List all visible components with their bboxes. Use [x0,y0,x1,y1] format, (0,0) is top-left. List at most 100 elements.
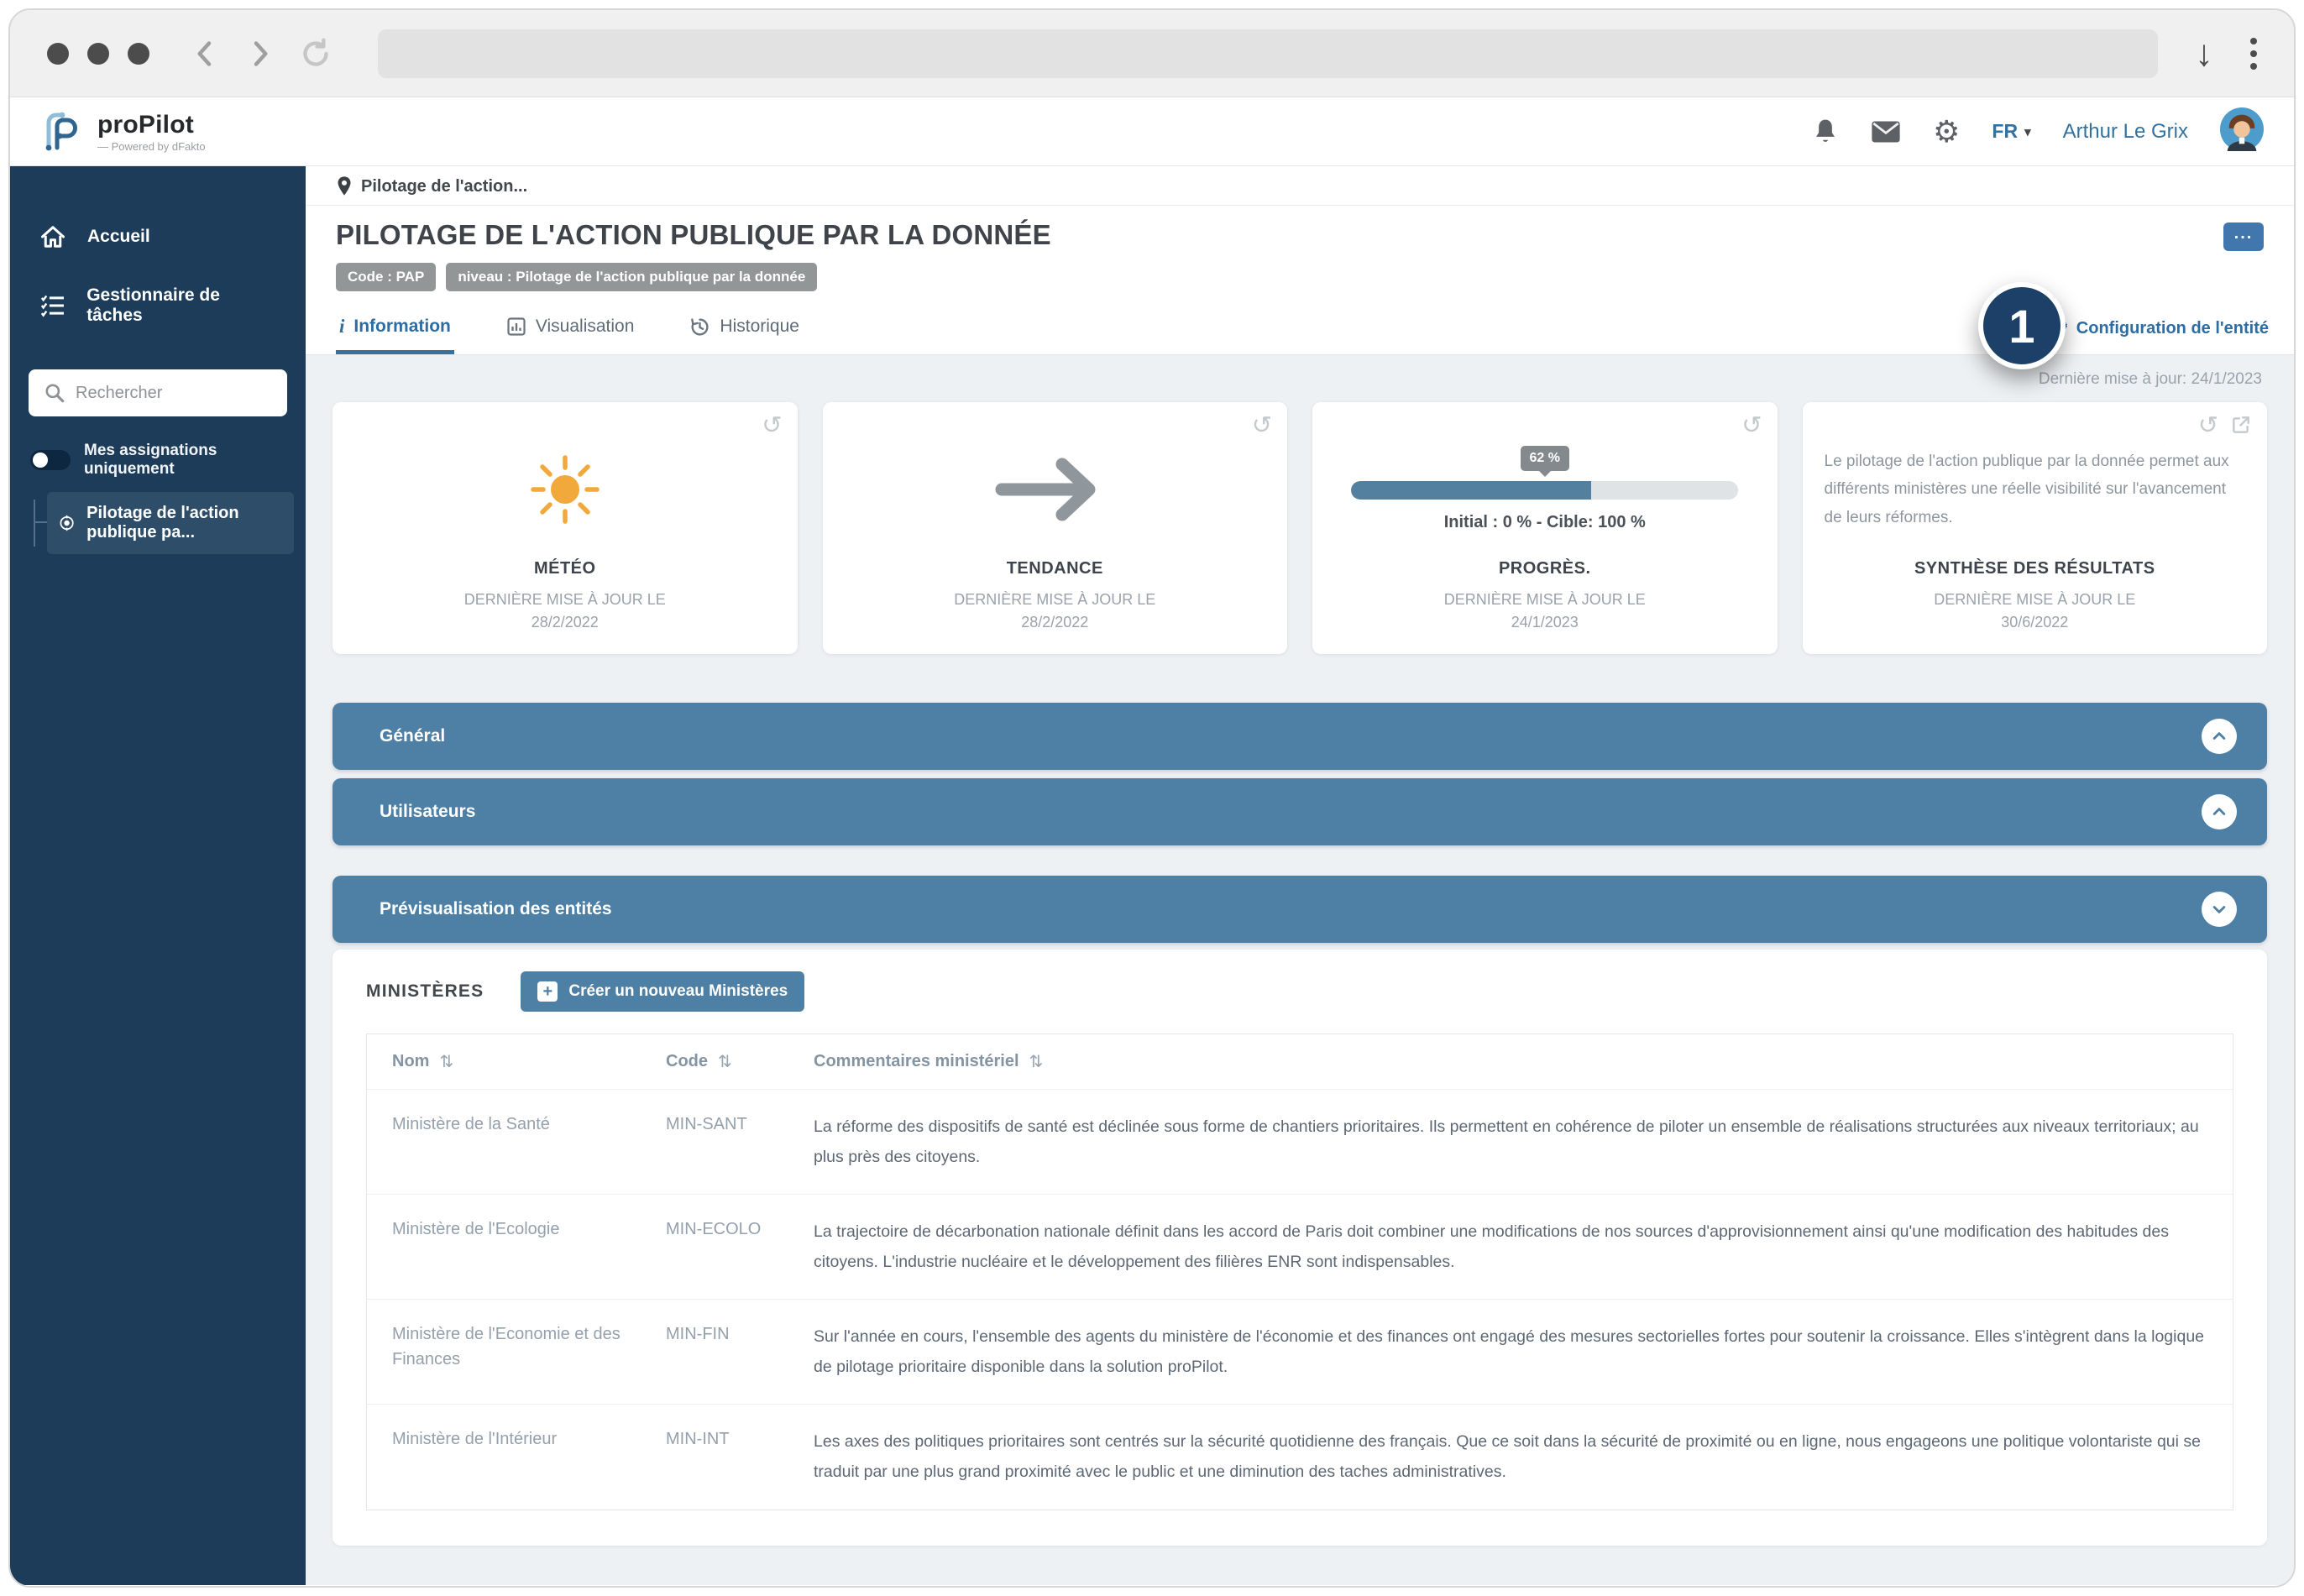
accordion-previsualisation[interactable]: Prévisualisation des entités [333,876,2267,943]
browser-menu-icon[interactable] [2250,38,2257,70]
table-row[interactable]: Ministère de l'Intérieur MIN-INT Les axe… [367,1404,2233,1509]
trend-card: ↺ TENDANCE DERNIÈRE MISE À JOUR LE 28/2/… [823,402,1288,654]
table-row[interactable]: Ministère de l'Economie et des Finances … [367,1299,2233,1404]
history-icon[interactable]: ↺ [2198,414,2218,440]
tree-guide-line [34,500,47,547]
cell-commentaire: La trajectoire de décarbonation national… [814,1217,2207,1277]
window-control-dot[interactable] [47,43,69,65]
assignments-toggle[interactable] [30,450,71,470]
forward-icon[interactable] [243,37,277,71]
tab-information[interactable]: i Information [336,303,454,354]
refresh-icon[interactable] [299,37,333,71]
tab-label: Visualisation [536,317,635,337]
brand-name: proPilot [97,111,206,139]
accordion-label: Prévisualisation des entités [380,899,612,919]
mail-icon[interactable] [1871,120,1901,144]
progress-card: ↺ 62 % Initial : 0 % - Cible: 100 % PROG… [1312,402,1778,654]
window-control-dot[interactable] [128,43,149,65]
accordion-utilisateurs[interactable]: Utilisateurs [333,778,2267,845]
card-updated-label: DERNIÈRE MISE À JOUR LE [1934,589,2135,611]
column-header-code[interactable]: Code ⇅ [666,1051,792,1072]
page-title: PILOTAGE DE L'ACTION PUBLIQUE PAR LA DON… [336,219,2264,251]
window-control-dot[interactable] [87,43,109,65]
table-row[interactable]: Ministère de la Santé MIN-SANT La réform… [367,1089,2233,1194]
url-bar[interactable] [378,29,2158,78]
chevron-up-icon [2202,719,2237,754]
bell-icon[interactable] [1812,118,1839,146]
content-area: Dernière mise à jour: 24/1/2023 ↺ [306,355,2294,1585]
synthesis-text: Le pilotage de l'action publique par la … [1825,447,2246,531]
annotation-badge-1: 1 [1978,282,2066,369]
sort-icon: ⇅ [439,1051,453,1072]
chevron-down-icon [2202,892,2237,927]
cell-code: MIN-ECOLO [666,1217,792,1242]
code-badge: Code : PAP [336,263,436,291]
history-icon[interactable]: ↺ [762,414,782,438]
card-title: SYNTHÈSE DES RÉSULTATS [1914,559,2155,578]
sidebar-item-label: Accueil [87,227,150,247]
sidebar-tree-item-pilotage[interactable]: Pilotage de l'action publique pa... [47,492,294,554]
ministries-panel: MINISTÈRES + Créer un nouveau Ministères… [333,950,2267,1546]
map-pin-icon [336,175,353,197]
back-icon[interactable] [188,37,222,71]
search-input[interactable] [29,369,287,416]
history-icon[interactable]: ↺ [1741,414,1762,438]
user-name[interactable]: Arthur Le Grix [2063,120,2188,144]
main-area: Pilotage de l'action... PILOTAGE DE L'AC… [306,166,2294,1585]
history-icon[interactable]: ↺ [1252,414,1272,438]
cell-code: MIN-FIN [666,1321,792,1347]
card-updated-label: DERNIÈRE MISE À JOUR LE [464,589,666,611]
entity-config-label: Configuration de l'entité [2076,319,2269,338]
create-ministry-button[interactable]: + Créer un nouveau Ministères [521,971,804,1012]
column-label: Code [666,1052,708,1071]
cell-nom: Ministère de la Santé [392,1112,644,1137]
accordion-general[interactable]: Général [333,703,2267,770]
breadcrumb[interactable]: Pilotage de l'action... [306,166,2294,206]
plus-icon: + [537,981,558,1002]
cell-commentaire: Sur l'année en cours, l'ensemble des age… [814,1321,2207,1382]
language-selector[interactable]: FR ▾ [1992,120,2030,143]
card-updated-date: 28/2/2022 [954,611,1155,634]
level-badge: niveau : Pilotage de l'action publique p… [446,263,817,291]
title-block: PILOTAGE DE L'ACTION PUBLIQUE PAR LA DON… [306,206,2294,303]
cell-nom: Ministère de l'Economie et des Finances [392,1321,644,1372]
info-icon: i [339,316,344,338]
download-icon[interactable]: ↓ [2195,35,2213,72]
sidebar: Accueil Gestionnaire de tâches Mes assig… [10,166,306,1585]
table-row[interactable]: Ministère de l'Ecologie MIN-ECOLO La tra… [367,1194,2233,1299]
more-options-button[interactable]: ... [2223,222,2264,251]
assignments-toggle-label: Mes assignations uniquement [84,442,285,479]
card-updated-date: 28/2/2022 [464,611,666,634]
task-list-icon [40,294,65,317]
external-link-icon[interactable] [2230,414,2252,440]
target-icon [59,512,75,534]
sidebar-item-accueil[interactable]: Accueil [10,207,306,267]
card-title: MÉTÉO [534,559,596,578]
card-title: PROGRÈS. [1499,559,1591,578]
history-icon [689,317,710,338]
language-code: FR [1992,120,2018,143]
accordion-label: Général [380,726,445,746]
tab-visualisation[interactable]: Visualisation [503,303,638,354]
tree-item-label: Pilotage de l'action publique pa... [86,504,282,542]
search-icon [44,382,65,408]
avatar[interactable] [2220,107,2264,155]
cell-nom: Ministère de l'Intérieur [392,1426,644,1452]
ministries-section-title: MINISTÈRES [366,981,484,1002]
column-header-nom[interactable]: Nom ⇅ [392,1051,644,1072]
progress-fill [1351,481,1591,500]
cell-commentaire: Les axes des politiques prioritaires son… [814,1426,2207,1487]
sidebar-item-task-manager[interactable]: Gestionnaire de tâches [10,267,306,344]
create-ministry-label: Créer un nouveau Ministères [568,982,788,1001]
gear-icon[interactable]: ⚙ [1933,117,1960,147]
last-updated-text: Dernière mise à jour: 24/1/2023 [333,370,2262,389]
sun-icon [525,449,605,530]
weather-card: ↺ MÉT [333,402,798,654]
cell-commentaire: La réforme des dispositifs de santé est … [814,1112,2207,1172]
tab-historique[interactable]: Historique [686,303,803,354]
ministries-table: Nom ⇅ Code ⇅ Commentaires ministériel ⇅ [366,1033,2233,1510]
column-header-commentaires[interactable]: Commentaires ministériel ⇅ [814,1051,2207,1072]
entity-config-link[interactable]: ⚙⚙ Configuration de l'entité [2050,319,2269,338]
chevron-down-icon: ▾ [2024,124,2031,139]
card-updated-label: DERNIÈRE MISE À JOUR LE [954,589,1155,611]
